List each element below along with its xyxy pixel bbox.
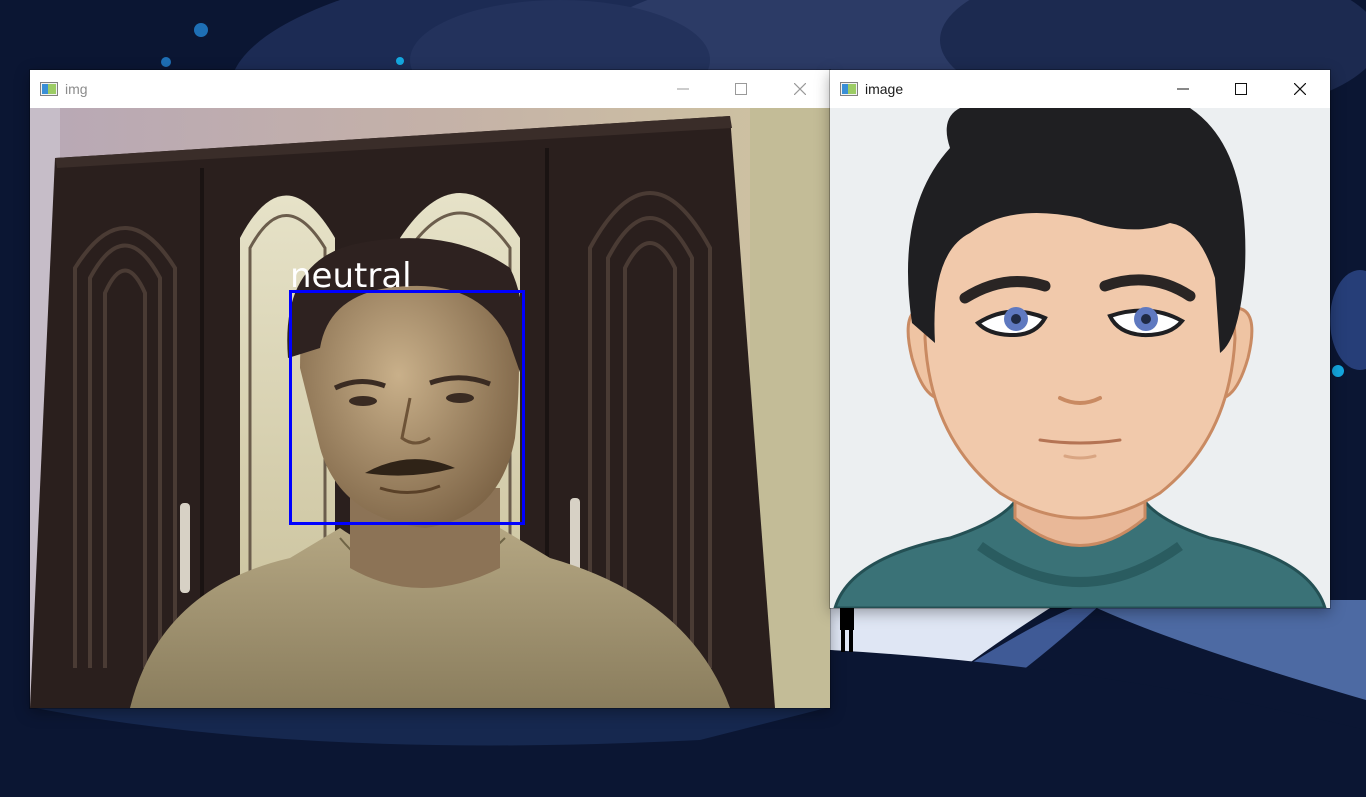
avatar-window[interactable]: image [830, 70, 1330, 608]
maximize-button[interactable] [1218, 70, 1264, 108]
cartoon-avatar [830, 108, 1330, 608]
webcam-window[interactable]: img neutral [30, 70, 830, 708]
close-button[interactable] [1277, 70, 1323, 108]
minimize-button[interactable] [660, 70, 706, 108]
close-button[interactable] [777, 70, 823, 108]
avatar-window-titlebar[interactable]: image [830, 70, 1330, 108]
maximize-button[interactable] [718, 70, 764, 108]
face-detection-box [289, 290, 525, 525]
minimize-button[interactable] [1160, 70, 1206, 108]
window-app-icon [840, 82, 858, 96]
avatar-window-title: image [865, 81, 904, 97]
emotion-label: neutral [290, 256, 412, 296]
maximize-icon [735, 83, 747, 95]
maximize-icon [1235, 83, 1247, 95]
avatar-image [830, 108, 1330, 608]
close-icon [1294, 83, 1306, 95]
window-app-icon [40, 82, 58, 96]
minimize-icon [1177, 88, 1189, 90]
minimize-icon [677, 88, 689, 90]
webcam-window-title: img [65, 81, 88, 97]
close-icon [794, 83, 806, 95]
webcam-window-titlebar[interactable]: img [30, 70, 830, 108]
webcam-feed: neutral [30, 108, 830, 708]
